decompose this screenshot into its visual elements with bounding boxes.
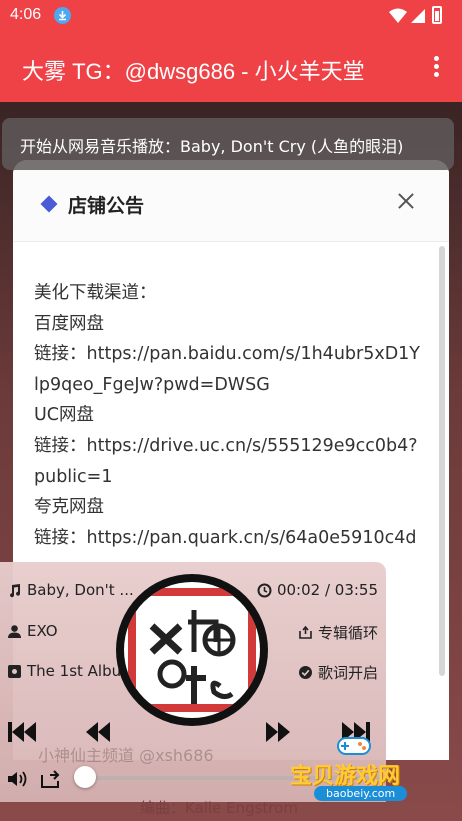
toast-message: 开始从网易音乐播放：Baby, Don't Cry (人鱼的眼泪) xyxy=(2,118,454,170)
artist-row: EXO xyxy=(7,622,58,640)
download-icon xyxy=(54,7,71,24)
check-circle-icon xyxy=(298,665,313,680)
loop-mode-toggle[interactable]: 专辑循环 xyxy=(298,622,378,643)
notice-line[interactable]: 链接：https://pan.baidu.com/s/1h4ubr5xD1Ylp… xyxy=(34,339,424,400)
app-title: 大雾 TG：@dwsg686 - 小火羊天堂 xyxy=(22,59,365,84)
status-bar: 4:06 xyxy=(0,0,462,30)
song-title: Baby, Don't ... xyxy=(27,581,134,599)
artist-name: EXO xyxy=(27,622,58,640)
dialog-title: 店铺公告 xyxy=(68,195,145,217)
album-icon xyxy=(7,664,22,679)
dialog-scrollbar[interactable] xyxy=(439,246,445,676)
notice-line: UC网盘 xyxy=(34,405,95,426)
notice-line[interactable]: 链接：https://pan.quark.cn/s/64a0e5910c4d xyxy=(34,523,424,554)
app-bar: 大雾 TG：@dwsg686 - 小火羊天堂 xyxy=(0,30,462,102)
play-time: 00:02 / 03:55 xyxy=(276,581,378,599)
person-icon xyxy=(7,624,22,639)
watermark-url: baobeiy.com xyxy=(314,786,408,801)
notice-line[interactable]: 链接：https://drive.uc.cn/s/555129e9cc0b4?p… xyxy=(34,431,424,492)
previous-track-button[interactable] xyxy=(6,712,38,752)
diamond-icon xyxy=(40,195,58,213)
album-disc[interactable] xyxy=(116,574,268,726)
notice-line: 美化下载渠道： xyxy=(34,283,157,303)
loop-mode-label: 专辑循环 xyxy=(317,624,378,642)
music-note-icon xyxy=(7,583,22,598)
lyric-toggle[interactable]: 歌词开启 xyxy=(298,662,378,683)
album-art-logo xyxy=(128,588,256,712)
dialog-body[interactable]: 美化下载渠道： 百度网盘链接：https://pan.baidu.com/s/1h… xyxy=(34,278,424,553)
notice-line: 百度网盘 xyxy=(34,313,104,334)
progress-knob[interactable] xyxy=(74,766,96,788)
clock-icon xyxy=(257,583,272,598)
dialog-header: 店铺公告 xyxy=(13,160,449,242)
album-row: The 1st Albu... xyxy=(7,662,135,680)
lyric-toggle-label: 歌词开启 xyxy=(317,664,378,682)
lyric-line: 小神仙主频道 @xsh686 xyxy=(38,746,214,765)
watermark: 宝贝游戏网 baobeiy.com xyxy=(290,730,450,810)
status-time: 4:06 xyxy=(10,6,42,23)
song-row: Baby, Don't ... xyxy=(7,581,134,599)
time-row: 00:02 / 03:55 xyxy=(257,581,378,599)
signal-icons xyxy=(388,7,430,28)
album-cover xyxy=(124,582,260,718)
volume-icon[interactable] xyxy=(6,769,30,793)
more-menu-icon[interactable] xyxy=(432,56,440,78)
battery-icon xyxy=(432,6,442,24)
gamepad-icon xyxy=(337,737,371,755)
credit-text: 编曲：Kalle Engstrom xyxy=(140,799,298,817)
share-icon[interactable] xyxy=(40,769,62,793)
close-button[interactable] xyxy=(395,190,417,212)
notice-line: 夸克网盘 xyxy=(34,497,104,518)
repeat-icon xyxy=(298,625,313,640)
